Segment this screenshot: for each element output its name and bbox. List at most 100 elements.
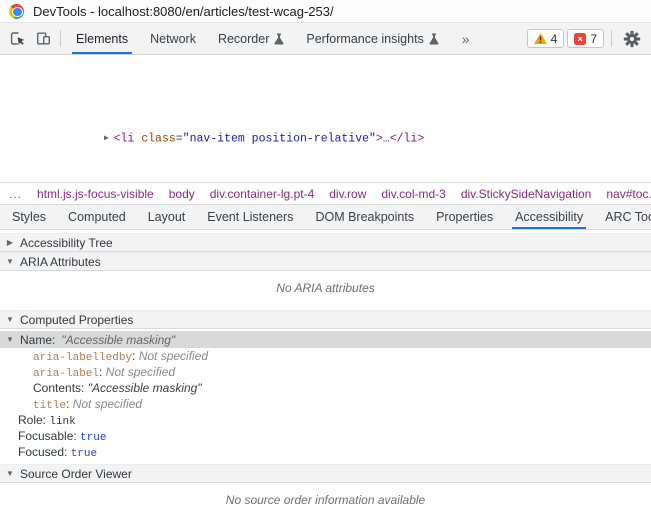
tab-recorder[interactable]: Recorder <box>207 23 295 54</box>
pane-tab-arc-toolkit[interactable]: ARC Toolkit <box>594 205 651 229</box>
expanded-arrow-icon[interactable]: ▼ <box>6 469 14 478</box>
code-token-val: "nav-item position-relative" <box>182 132 376 146</box>
breadcrumb-item-html[interactable]: html.js.js-focus-visible <box>37 187 154 201</box>
name-property-value: "Accessible masking" <box>61 332 176 347</box>
property-colon: : <box>132 349 139 363</box>
breadcrumb-item-nav-toc[interactable]: nav#toc. <box>606 187 651 201</box>
gear-icon <box>623 30 641 47</box>
property-name: title <box>33 400 67 412</box>
breadcrumb-item-container[interactable]: div.container-lg.pt-4 <box>210 187 315 201</box>
aria-empty-message: No ARIA attributes <box>276 281 375 295</box>
computed-name-row[interactable]: ▼ Name: "Accessible masking" <box>0 331 651 348</box>
tab-elements-label: Elements <box>76 31 129 46</box>
toolbar-divider <box>60 30 61 47</box>
warnings-badge[interactable]: 4 <box>526 29 565 48</box>
section-aria-attributes-label: ARIA Attributes <box>20 254 101 269</box>
property-value: true <box>80 432 107 444</box>
window-title: DevTools - localhost:8080/en/articles/te… <box>33 3 334 19</box>
section-aria-attributes[interactable]: ▼ ARIA Attributes <box>0 252 651 271</box>
property-colon: : <box>66 397 73 411</box>
pane-tab-accessibility[interactable]: Accessibility <box>504 205 594 229</box>
pane-tab-computed[interactable]: Computed <box>57 205 137 229</box>
property-name: Role: <box>18 413 47 427</box>
property-row-focused: Focused: true <box>0 444 651 460</box>
pane-tab-event-listeners[interactable]: Event Listeners <box>196 205 304 229</box>
property-row-contents: Contents: "Accessible masking" <box>0 380 651 396</box>
warnings-count: 4 <box>550 31 558 46</box>
property-row-role: Role: link <box>0 412 651 428</box>
code-token-text: … <box>382 132 390 146</box>
collapsed-arrow-icon[interactable]: ▶ <box>6 238 14 247</box>
breadcrumb-item-body[interactable]: body <box>169 187 195 201</box>
inspect-element-button[interactable] <box>4 26 30 52</box>
dom-tree: <ul> ▶ <li class="nav-item position-rela… <box>0 55 651 182</box>
pane-tab-layout[interactable]: Layout <box>137 205 197 229</box>
section-source-order-viewer[interactable]: ▼ Source Order Viewer <box>0 464 651 483</box>
property-value: link <box>49 416 76 428</box>
breadcrumb-item-col[interactable]: div.col-md-3 <box>381 187 445 201</box>
tab-recorder-label: Recorder <box>217 31 270 46</box>
experiment-flask-icon <box>429 33 439 45</box>
tab-network-label: Network <box>150 31 196 46</box>
code-token-text: = <box>175 132 183 146</box>
section-computed-properties[interactable]: ▼ Computed Properties <box>0 310 651 329</box>
expanded-arrow-icon[interactable]: ▼ <box>6 335 14 344</box>
property-value: true <box>70 448 98 460</box>
pane-tab-dom-breakpoints[interactable]: DOM Breakpoints <box>304 205 425 229</box>
tab-performance-insights-label: Performance insights <box>306 31 424 46</box>
tree-line-li-collapsed[interactable]: ▶ <li class="nav-item position-relative"… <box>0 130 651 147</box>
breadcrumb-item-row[interactable]: div.row <box>329 187 366 201</box>
section-accessibility-tree-label: Accessibility Tree <box>20 235 113 250</box>
code-token-tag: > <box>375 132 383 146</box>
property-row-title: title: Not specified <box>0 396 651 412</box>
expanded-arrow-icon[interactable]: ▼ <box>6 315 14 324</box>
breadcrumb-overflow-button[interactable]: ... <box>9 187 22 201</box>
property-value: Not specified <box>138 349 209 363</box>
breadcrumb-item-sticky-nav[interactable]: div.StickySideNavigation <box>461 187 592 201</box>
expanded-arrow-icon[interactable]: ▼ <box>6 257 14 266</box>
clipped-tree-row: <ul> <box>0 89 651 96</box>
accessibility-pane: ▶ Accessibility Tree ▼ ARIA Attributes N… <box>0 233 651 518</box>
section-computed-properties-label: Computed Properties <box>20 312 134 327</box>
toolbar-right-group: 4 × 7 <box>526 26 645 52</box>
property-name: aria-labelledby <box>33 352 133 364</box>
breadcrumb-bar: ... html.js.js-focus-visible body div.co… <box>0 182 651 204</box>
tree-line-li-expanded[interactable]: ▼ <li class="nav-item position-relative"… <box>0 181 651 182</box>
code-token-tag: </li> <box>389 132 425 146</box>
errors-badge[interactable]: × 7 <box>567 29 604 48</box>
errors-count: 7 <box>590 31 597 46</box>
property-value: "Accessible masking" <box>87 381 202 395</box>
property-name: aria-label <box>33 368 100 380</box>
inspect-cursor-icon <box>10 32 24 46</box>
tab-performance-insights[interactable]: Performance insights <box>295 23 449 54</box>
code-token-arrow: ▶ <box>104 134 114 143</box>
more-tabs-button[interactable]: » <box>450 31 482 47</box>
window-titlebar: DevTools - localhost:8080/en/articles/te… <box>0 0 651 23</box>
property-value: Not specified <box>72 397 143 411</box>
tab-elements[interactable]: Elements <box>65 23 139 54</box>
chrome-logo-icon <box>9 3 24 19</box>
source-order-empty-message: No source order information available <box>225 493 426 507</box>
property-row-aria-label: aria-label: Not specified <box>0 364 651 380</box>
section-source-order-viewer-label: Source Order Viewer <box>20 466 132 481</box>
error-icon: × <box>574 32 587 45</box>
section-accessibility-tree[interactable]: ▶ Accessibility Tree <box>0 233 651 252</box>
device-toolbar-button[interactable] <box>30 26 56 52</box>
pane-tab-properties[interactable]: Properties <box>425 205 504 229</box>
warning-triangle-icon <box>533 33 547 44</box>
property-row-focusable: Focusable: true <box>0 428 651 444</box>
panel-tabs: Elements Network Recorder Performance in… <box>65 23 450 54</box>
code-token-tag: <li <box>113 132 135 146</box>
tab-network[interactable]: Network <box>139 23 207 54</box>
property-colon: : <box>99 365 106 379</box>
devtools-toolbar: Elements Network Recorder Performance in… <box>0 23 651 55</box>
name-property-label: Name: <box>20 332 56 347</box>
sidebar-pane-tabs: Styles Computed Layout Event Listeners D… <box>0 204 651 230</box>
code-token-attr: class <box>134 132 176 146</box>
pane-tab-styles[interactable]: Styles <box>1 205 57 229</box>
toolbar-divider <box>611 30 612 47</box>
device-toolbar-icon <box>36 32 50 45</box>
settings-gear-button[interactable] <box>619 26 645 52</box>
property-row-aria-labelledby: aria-labelledby: Not specified <box>0 348 651 364</box>
property-name: Focusable: <box>18 429 77 443</box>
